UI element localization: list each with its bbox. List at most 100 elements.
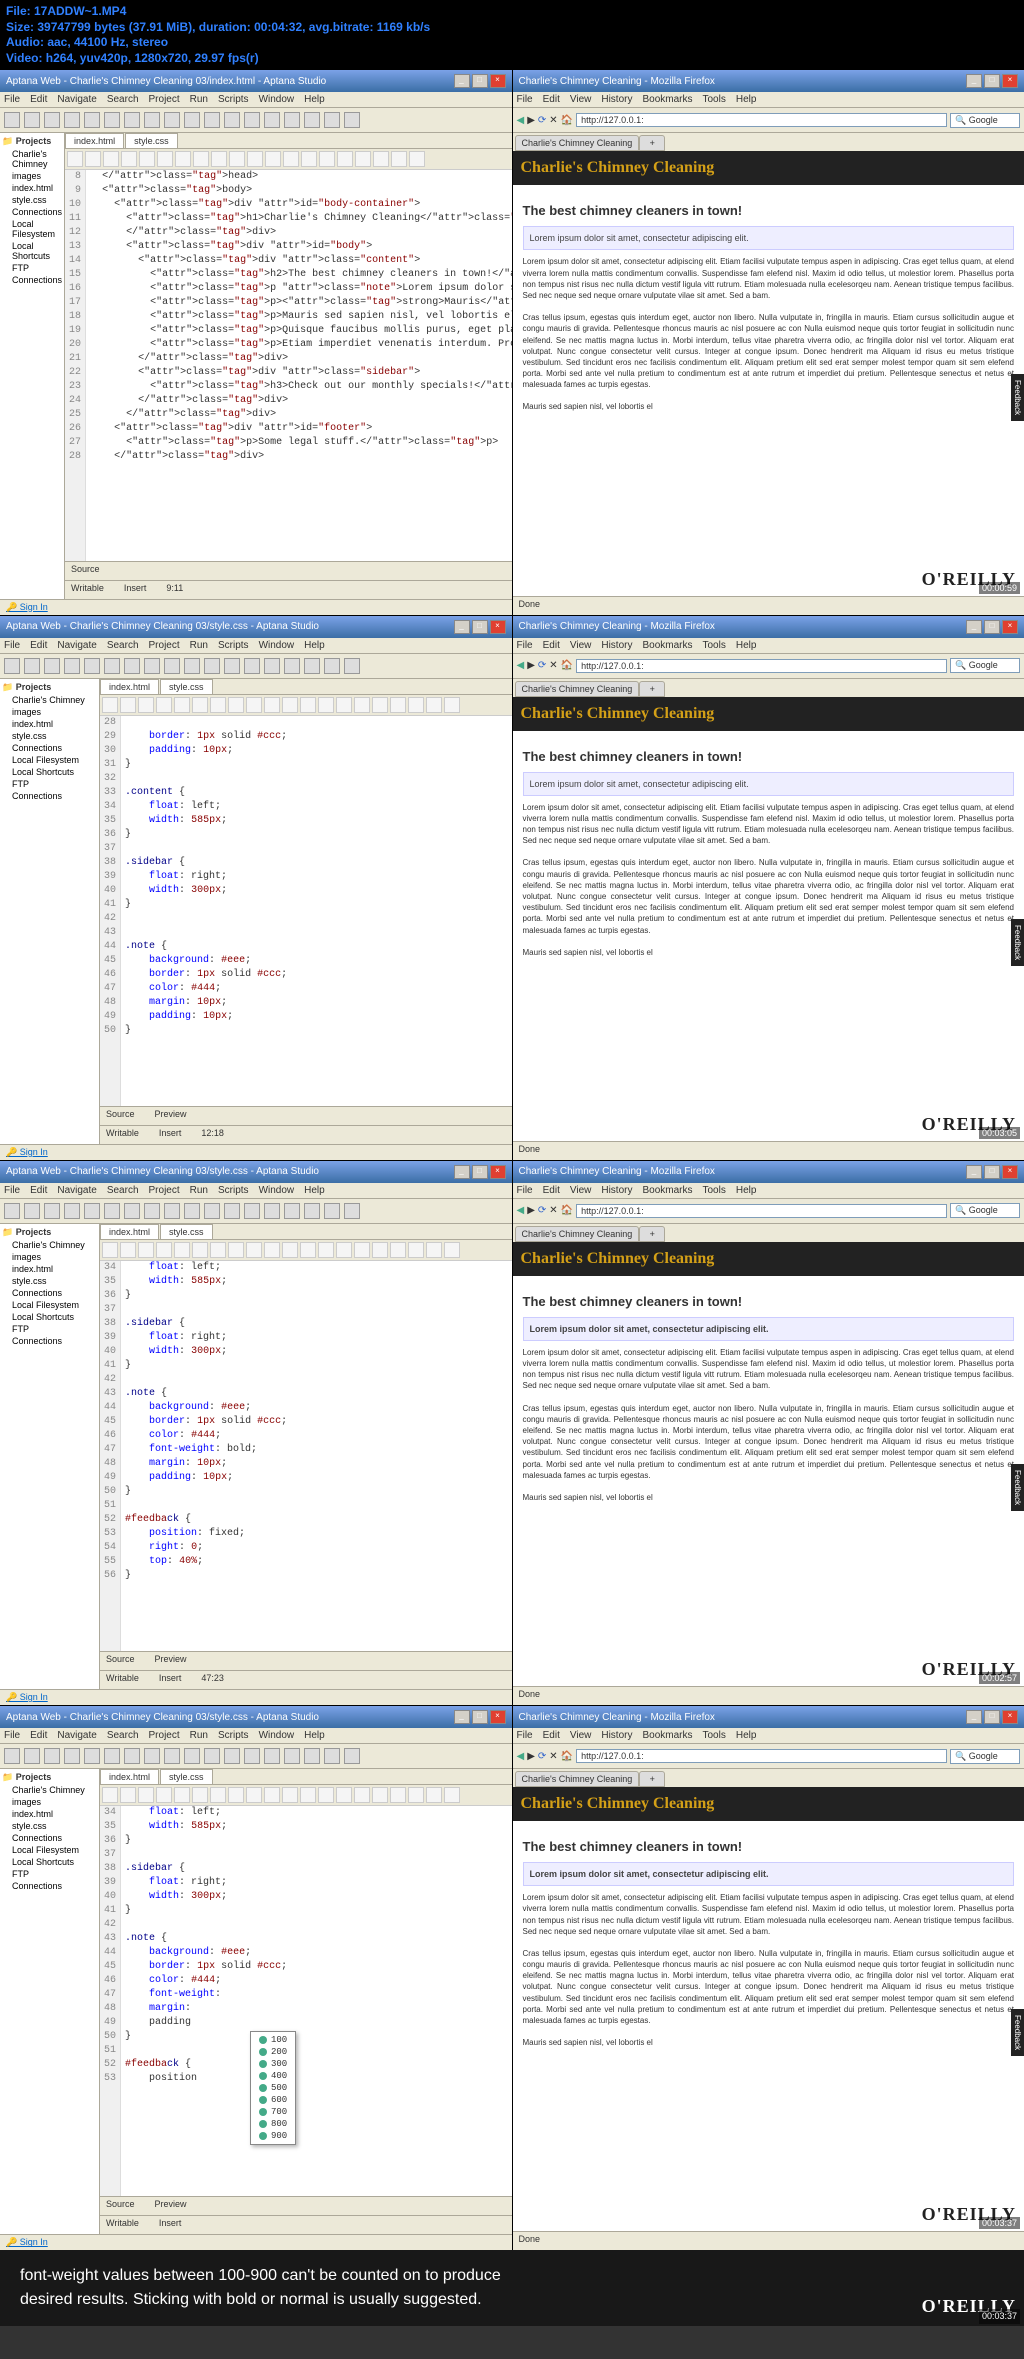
tree-item[interactable]: Local Filesystem bbox=[2, 1299, 97, 1311]
editor-tool[interactable] bbox=[444, 1242, 460, 1258]
toolbar-button[interactable] bbox=[44, 1203, 60, 1219]
editor-tool[interactable] bbox=[354, 1242, 370, 1258]
minimize-button[interactable]: _ bbox=[966, 1710, 982, 1724]
toolbar-button[interactable] bbox=[124, 1748, 140, 1764]
toolbar-button[interactable] bbox=[104, 658, 120, 674]
editor-tool[interactable] bbox=[210, 1787, 226, 1803]
tree-item[interactable]: Charlie's Chimney bbox=[2, 694, 97, 706]
new-tab-button[interactable]: + bbox=[639, 1771, 665, 1787]
minimize-button[interactable]: _ bbox=[454, 74, 470, 88]
editor-tool[interactable] bbox=[408, 697, 424, 713]
reload-button[interactable]: ⟳ bbox=[538, 1205, 546, 1216]
toolbar-button[interactable] bbox=[4, 658, 20, 674]
editor-tool[interactable] bbox=[85, 151, 101, 167]
editor-tool[interactable] bbox=[192, 1787, 208, 1803]
tree-item[interactable]: Local Filesystem bbox=[2, 218, 62, 240]
editor-tool[interactable] bbox=[336, 1787, 352, 1803]
editor-tool[interactable] bbox=[264, 1787, 280, 1803]
editor-tool[interactable] bbox=[372, 1787, 388, 1803]
toolbar-button[interactable] bbox=[344, 1203, 360, 1219]
editor-tool[interactable] bbox=[265, 151, 281, 167]
back-button[interactable]: ◀ bbox=[517, 115, 525, 126]
toolbar-button[interactable] bbox=[84, 658, 100, 674]
menu-item[interactable]: File bbox=[517, 1730, 533, 1741]
toolbar-button[interactable] bbox=[184, 112, 200, 128]
new-tab-button[interactable]: + bbox=[639, 1226, 665, 1242]
minimize-button[interactable]: _ bbox=[454, 1165, 470, 1179]
toolbar-button[interactable] bbox=[184, 658, 200, 674]
editor-tool[interactable] bbox=[175, 151, 191, 167]
stop-button[interactable]: ✕ bbox=[549, 660, 557, 671]
editor-tool[interactable] bbox=[138, 1242, 154, 1258]
toolbar-button[interactable] bbox=[104, 1748, 120, 1764]
toolbar-button[interactable] bbox=[84, 1203, 100, 1219]
reload-button[interactable]: ⟳ bbox=[538, 1751, 546, 1762]
editor-tool[interactable] bbox=[372, 697, 388, 713]
toolbar-button[interactable] bbox=[224, 1748, 240, 1764]
editor-tool[interactable] bbox=[390, 1787, 406, 1803]
editor-tool[interactable] bbox=[156, 1787, 172, 1803]
tree-item[interactable]: Connections bbox=[2, 742, 97, 754]
close-button[interactable]: × bbox=[1002, 1165, 1018, 1179]
home-button[interactable]: 🏠 bbox=[561, 115, 573, 126]
back-button[interactable]: ◀ bbox=[517, 660, 525, 671]
toolbar-button[interactable] bbox=[264, 112, 280, 128]
signin-link[interactable]: 🔑 Sign In bbox=[0, 1144, 512, 1160]
editor-tool[interactable] bbox=[139, 151, 155, 167]
autocomplete-item[interactable]: 800 bbox=[253, 2118, 293, 2130]
menu-item[interactable]: History bbox=[601, 1730, 632, 1741]
toolbar-button[interactable] bbox=[24, 112, 40, 128]
tree-item[interactable]: style.css bbox=[2, 194, 62, 206]
toolbar-button[interactable] bbox=[224, 112, 240, 128]
editor-tool[interactable] bbox=[282, 697, 298, 713]
toolbar-button[interactable] bbox=[324, 1203, 340, 1219]
menu-item[interactable]: Edit bbox=[543, 94, 560, 105]
minimize-button[interactable]: _ bbox=[454, 620, 470, 634]
menu-item[interactable]: Help bbox=[736, 640, 757, 651]
toolbar-button[interactable] bbox=[324, 112, 340, 128]
menu-item[interactable]: Edit bbox=[30, 640, 47, 651]
code-editor[interactable]: border: 1px solid #ccc; padding: 10px; }… bbox=[121, 716, 511, 1106]
maximize-button[interactable]: □ bbox=[472, 74, 488, 88]
toolbar-button[interactable] bbox=[284, 1203, 300, 1219]
menu-item[interactable]: Run bbox=[190, 640, 208, 651]
toolbar-button[interactable] bbox=[224, 658, 240, 674]
toolbar-button[interactable] bbox=[184, 1203, 200, 1219]
search-box[interactable]: 🔍 Google bbox=[950, 1203, 1020, 1218]
tree-root[interactable]: 📁 Projects bbox=[2, 1771, 97, 1784]
editor-tool[interactable] bbox=[444, 697, 460, 713]
browser-tab[interactable]: Charlie's Chimney Cleaning bbox=[515, 1226, 640, 1242]
preview-tab[interactable]: Preview bbox=[155, 1109, 187, 1123]
back-button[interactable]: ◀ bbox=[517, 1751, 525, 1762]
tab-index-html[interactable]: index.html bbox=[100, 1769, 159, 1784]
toolbar-button[interactable] bbox=[264, 1203, 280, 1219]
toolbar-button[interactable] bbox=[304, 1748, 320, 1764]
tree-root[interactable]: 📁 Projects bbox=[2, 681, 97, 694]
menu-item[interactable]: Bookmarks bbox=[642, 1730, 692, 1741]
menu-item[interactable]: Edit bbox=[543, 1730, 560, 1741]
menu-item[interactable]: Tools bbox=[703, 640, 726, 651]
menu-item[interactable]: Edit bbox=[543, 1185, 560, 1196]
toolbar-button[interactable] bbox=[104, 1203, 120, 1219]
editor-tool[interactable] bbox=[426, 697, 442, 713]
menu-item[interactable]: Project bbox=[149, 640, 180, 651]
tree-item[interactable]: style.css bbox=[2, 730, 97, 742]
editor-tool[interactable] bbox=[210, 1242, 226, 1258]
editor-tool[interactable] bbox=[174, 1242, 190, 1258]
editor-tool[interactable] bbox=[246, 697, 262, 713]
menu-item[interactable]: Help bbox=[304, 94, 325, 105]
minimize-button[interactable]: _ bbox=[966, 1165, 982, 1179]
menu-item[interactable]: Help bbox=[304, 640, 325, 651]
minimize-button[interactable]: _ bbox=[454, 1710, 470, 1724]
menu-item[interactable]: Project bbox=[149, 1185, 180, 1196]
tab-index-html[interactable]: index.html bbox=[100, 1224, 159, 1239]
maximize-button[interactable]: □ bbox=[472, 1710, 488, 1724]
toolbar-button[interactable] bbox=[24, 658, 40, 674]
source-tab[interactable]: Source bbox=[106, 1654, 135, 1668]
tree-item[interactable]: Connections bbox=[2, 1287, 97, 1299]
toolbar-button[interactable] bbox=[344, 658, 360, 674]
editor-tool[interactable] bbox=[228, 697, 244, 713]
maximize-button[interactable]: □ bbox=[472, 620, 488, 634]
editor-tool[interactable] bbox=[103, 151, 119, 167]
menu-item[interactable]: Help bbox=[736, 94, 757, 105]
